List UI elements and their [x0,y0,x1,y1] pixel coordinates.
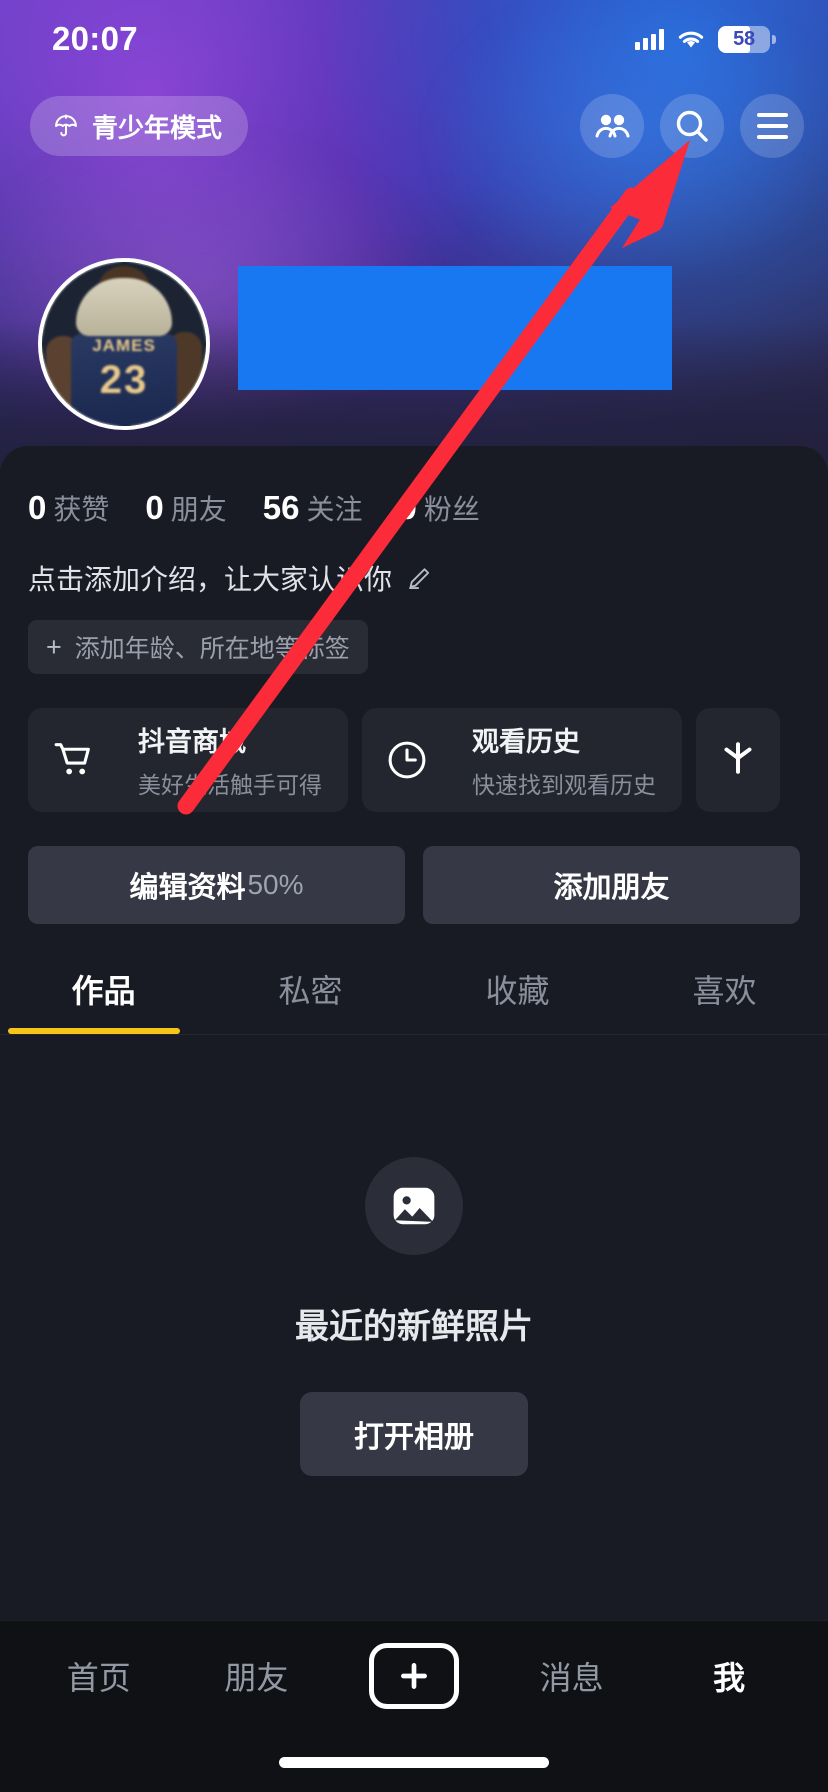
stat-value: 0 [398,489,417,526]
teen-mode-button[interactable]: 青少年模式 [30,96,249,156]
add-tags-chip[interactable]: + 添加年龄、所在地等标签 [28,620,368,674]
header-icon-group [580,94,804,158]
profile-stats: 0 获赞 0 朋友 56 关注 0 粉丝 [0,446,828,528]
avatar-basketball-player: JAMES 23 [42,262,206,426]
shortcut-card-extra[interactable] [696,708,780,812]
shortcut-card-title: 观看历史 [472,727,580,757]
nav-item-messages[interactable]: 消息 [493,1653,651,1699]
bio-placeholder-row[interactable]: 点击添加介绍，让大家认识你 [0,528,828,598]
clock-history-icon [362,708,452,812]
shortcut-card-mall[interactable]: 抖音商城 美好生活触手可得 [28,708,348,812]
search-icon [676,110,708,142]
stat-value: 0 [145,489,164,526]
nav-label: 朋友 [224,1660,289,1696]
profile-content-sheet: 0 获赞 0 朋友 56 关注 0 粉丝 点击添加介绍，让大家认识你 + 添加年… [0,446,828,1792]
edit-profile-button[interactable]: 编辑资料 50% [28,846,405,924]
shortcut-card-title: 抖音商城 [138,727,246,757]
status-bar-indicators: 58 [635,25,776,53]
nav-label: 消息 [539,1660,604,1696]
friends-icon [595,114,630,138]
hamburger-menu-icon [756,113,788,139]
tab-label: 喜欢 [692,973,757,1009]
bottom-navigation: 首页 朋友 消息 我 [0,1620,828,1792]
shopping-cart-icon [28,708,118,812]
edit-profile-label: 编辑资料 [129,872,246,904]
home-indicator [279,1757,549,1768]
search-button[interactable] [660,94,724,158]
shortcut-card-history[interactable]: 观看历史 快速找到观看历史 [362,708,682,812]
stat-value: 0 [28,489,47,526]
active-tab-indicator [8,1028,180,1034]
stat-followers[interactable]: 0 粉丝 [398,488,479,528]
avatar[interactable]: JAMES 23 [38,258,210,430]
battery-percent: 58 [733,27,755,50]
teen-mode-label: 青少年模式 [92,112,223,143]
plus-icon: + [46,631,62,662]
empty-state-title: 最近的新鲜照片 [295,1308,533,1346]
battery-icon: 58 [718,25,776,53]
cellular-signal-icon [635,28,664,50]
add-friend-label: 添加朋友 [553,872,670,904]
profile-header: 青少年模式 [0,92,828,160]
open-album-button[interactable]: 打开相册 [300,1392,528,1476]
nav-item-home[interactable]: 首页 [20,1653,178,1699]
content-tabs: 作品 私密 收藏 喜欢 [0,924,828,1034]
nav-item-friends[interactable]: 朋友 [178,1653,336,1699]
friends-button[interactable] [580,94,644,158]
stat-label: 获赞 [53,494,110,525]
add-tags-label: 添加年龄、所在地等标签 [74,635,350,663]
shortcut-card-subtitle: 快速找到观看历史 [472,772,656,798]
plus-icon [401,1663,427,1689]
menu-button[interactable] [740,94,804,158]
pencil-icon [409,568,430,589]
bio-placeholder-text: 点击添加介绍，让大家认识你 [28,564,393,595]
shortcut-card-row: 抖音商城 美好生活触手可得 观看历史 快速找到观看历史 [0,674,828,812]
photo-placeholder-icon [393,1187,435,1225]
nav-label: 我 [713,1660,746,1696]
nav-item-me[interactable]: 我 [650,1653,808,1699]
tab-likes[interactable]: 喜欢 [621,966,828,1034]
username-redaction-block [238,266,672,390]
tab-works[interactable]: 作品 [0,966,207,1034]
stat-value: 56 [262,489,300,526]
snowflake-icon [715,735,761,786]
tab-label: 收藏 [485,973,550,1009]
tab-private[interactable]: 私密 [207,966,414,1034]
stat-label: 关注 [306,494,363,525]
stat-following[interactable]: 56 关注 [263,488,363,528]
nav-label: 首页 [66,1660,131,1696]
stat-label: 粉丝 [423,494,480,525]
tab-favorites[interactable]: 收藏 [414,966,621,1034]
stat-label: 朋友 [170,494,227,525]
open-album-label: 打开相册 [354,1421,474,1454]
add-friend-button[interactable]: 添加朋友 [423,846,800,924]
profile-action-row: 编辑资料 50% 添加朋友 [0,812,828,924]
stat-likes[interactable]: 0 获赞 [28,488,109,528]
umbrella-icon [55,114,77,137]
stat-friends[interactable]: 0 朋友 [145,488,226,528]
status-bar: 20:07 58 [0,0,828,78]
edit-profile-percent: 50% [247,869,304,900]
empty-state: 最近的新鲜照片 打开相册 [0,1035,828,1476]
status-bar-clock: 20:07 [52,20,138,57]
shortcut-card-subtitle: 美好生活触手可得 [138,772,322,798]
wifi-icon [678,31,704,48]
nav-create-button[interactable] [368,1643,459,1709]
phone-screen: 20:07 58 青少年模式 JAMES 23 0 获赞 0 朋友 56 关注 … [0,0,828,1792]
tab-label: 作品 [71,973,136,1009]
tab-label: 私密 [278,973,343,1009]
empty-state-icon-circle [365,1157,463,1255]
